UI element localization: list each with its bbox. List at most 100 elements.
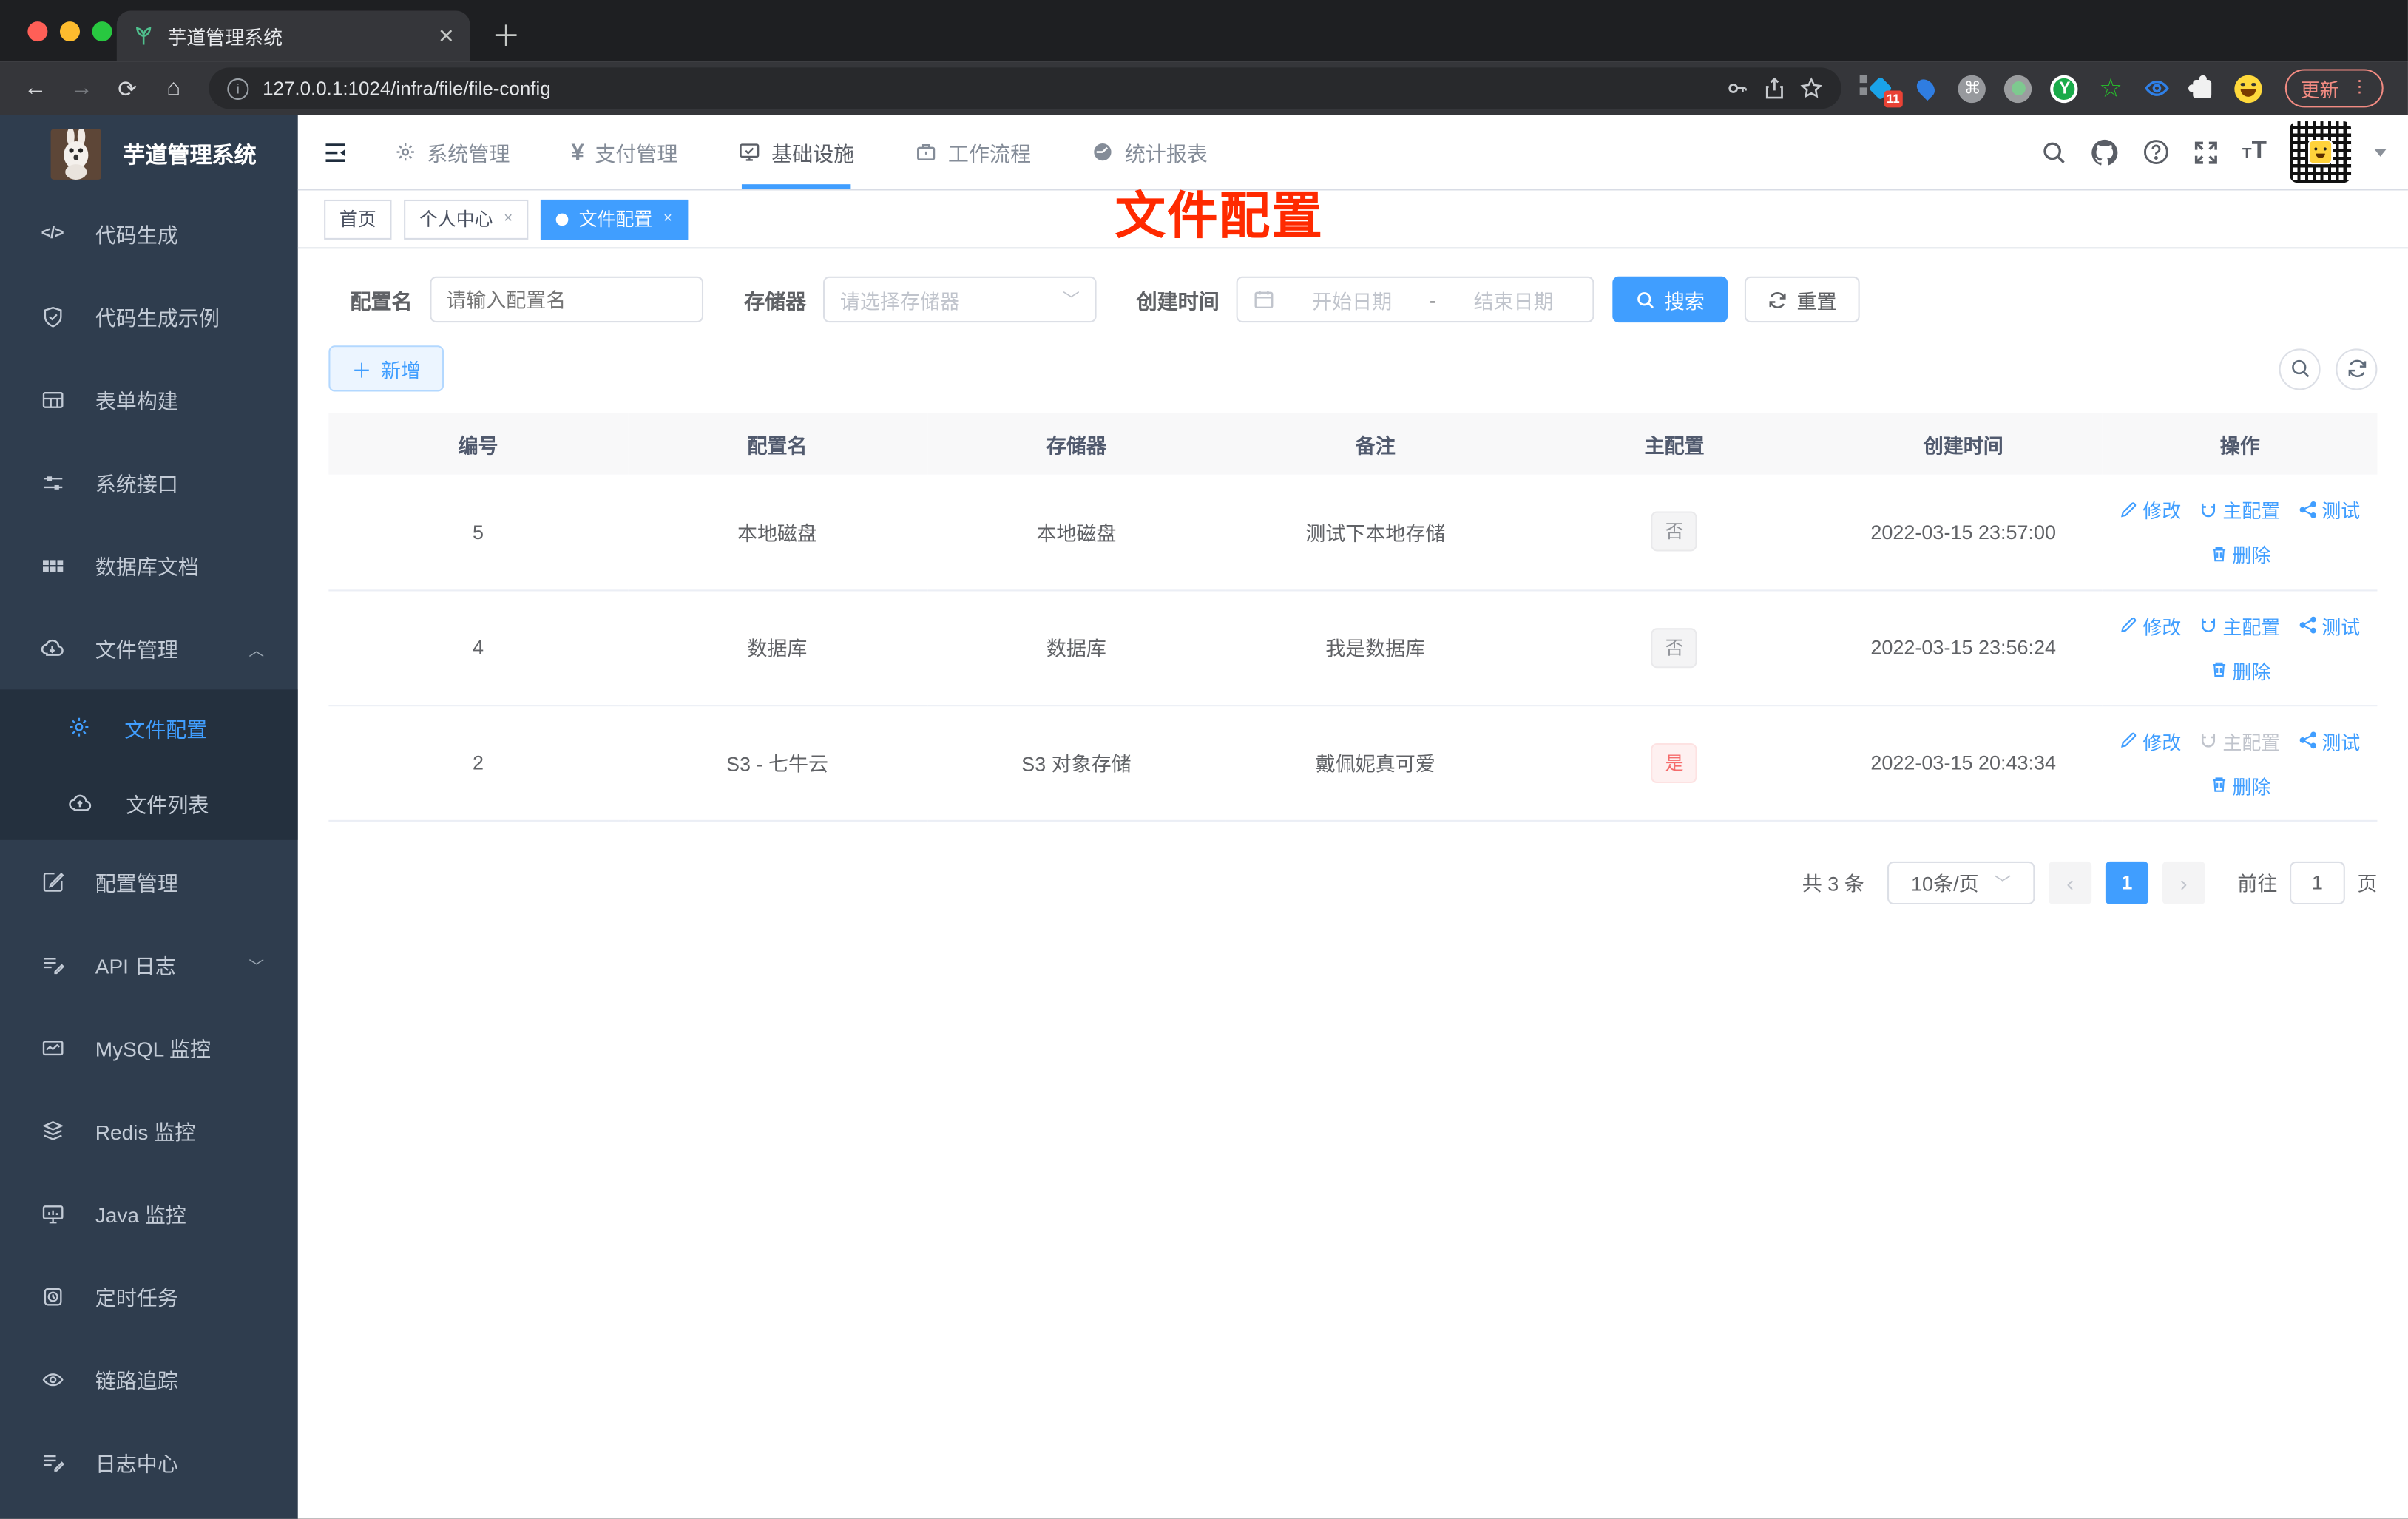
sidebar-item-label: 文件配置 <box>124 717 208 741</box>
sidebar-item-log-center[interactable]: 日志中心 <box>0 1421 298 1503</box>
extension-tampermonkey-icon[interactable]: 11 <box>1859 74 1903 108</box>
reset-button[interactable]: 重置 <box>1744 276 1860 323</box>
tab-close-icon[interactable]: × <box>663 210 672 227</box>
prev-page-button[interactable]: ‹ <box>2048 860 2092 904</box>
window-minimize-button[interactable] <box>59 21 80 42</box>
address-bar[interactable]: i 127.0.0.1:1024/infra/file/file-config <box>209 67 1841 109</box>
sidebar-item-label: MySQL 监控 <box>95 1038 212 1061</box>
sidebar-item-code-gen[interactable]: </> 代码生成 <box>0 192 298 275</box>
sidebar-item-db-doc[interactable]: 数据库文档 <box>0 524 298 606</box>
screen: 芋道管理系统 ✕ ＋ ← → ⟳ ⌂ i 127.0.0.1:1024/infr… <box>0 0 2408 1519</box>
test-link[interactable]: 测试 <box>2299 610 2360 639</box>
back-button[interactable]: ← <box>16 75 55 101</box>
sidebar-item-mysql-monitor[interactable]: MySQL 监控 <box>0 1006 298 1089</box>
font-size-icon[interactable]: TT <box>2242 138 2267 166</box>
filter-bar: 配置名 存储器 请选择存储器 ﹀ 创建时间 开始日期 - 结束日期 <box>350 276 2377 323</box>
page-tab-profile[interactable]: 个人中心 × <box>404 198 529 239</box>
config-name-field[interactable] <box>429 276 703 323</box>
share-test-icon <box>2299 731 2316 749</box>
goto-page-input[interactable] <box>2290 860 2345 904</box>
sidebar-item-api-log[interactable]: API 日志 ﹀ <box>0 923 298 1006</box>
window-close-button[interactable] <box>27 21 48 42</box>
user-menu-caret-icon[interactable] <box>2374 148 2387 156</box>
nav-item-label: 工作流程 <box>947 143 1032 166</box>
master-link[interactable]: 主配置 <box>2199 495 2280 524</box>
date-range-picker[interactable]: 开始日期 - 结束日期 <box>1236 276 1594 323</box>
browser-menu-icon[interactable]: ⋮ <box>2351 79 2368 95</box>
page-tab-home[interactable]: 首页 <box>324 198 392 239</box>
extension-star-icon[interactable]: ☆ <box>2096 74 2125 103</box>
nav-item-workflow[interactable]: 工作流程 <box>885 115 1062 189</box>
magnet-icon <box>2202 734 2216 748</box>
help-icon[interactable] <box>2142 138 2170 166</box>
sidebar-item-form-builder[interactable]: 表单构建 <box>0 358 298 441</box>
extension-recorder-icon[interactable] <box>2004 74 2033 103</box>
sidebar-item-code-gen-example[interactable]: 代码生成示例 <box>0 275 298 358</box>
app-logo[interactable]: 芋道管理系统 <box>0 115 298 192</box>
reload-button[interactable]: ⟳ <box>107 75 147 102</box>
search-button[interactable]: 搜索 <box>1612 276 1728 323</box>
form-icon <box>40 388 64 410</box>
sidebar-item-file-list[interactable]: 文件列表 <box>0 765 298 840</box>
extension-pin-icon[interactable] <box>1912 74 1941 103</box>
extension-emoji-icon[interactable] <box>2234 74 2263 103</box>
sidebar-item-file-management[interactable]: 文件管理 ︿ <box>0 606 298 689</box>
share-icon[interactable] <box>1763 77 1786 100</box>
password-key-icon[interactable] <box>1726 77 1749 100</box>
chrome-update-button[interactable]: 更新 ⋮ <box>2284 69 2384 108</box>
test-link[interactable]: 测试 <box>2299 495 2360 524</box>
refresh-icon <box>1769 291 1786 308</box>
page-tab-file-config[interactable]: 文件配置 × <box>540 198 688 239</box>
nav-item-infrastructure[interactable]: 基础设施 <box>708 115 885 189</box>
test-link[interactable]: 测试 <box>2299 725 2360 754</box>
extensions-puzzle-icon[interactable] <box>2188 74 2217 103</box>
storage-select[interactable]: 请选择存储器 ﹀ <box>823 276 1097 323</box>
nav-item-payment[interactable]: ¥ 支付管理 <box>541 115 708 189</box>
tab-close-icon[interactable]: ✕ <box>438 24 455 48</box>
sidebar-item-label: 日志中心 <box>95 1452 178 1476</box>
fullscreen-icon[interactable] <box>2193 139 2219 165</box>
date-end-placeholder[interactable]: 结束日期 <box>1450 285 1577 314</box>
forward-button[interactable]: → <box>61 75 101 101</box>
sidebar-item-redis-monitor[interactable]: Redis 监控 <box>0 1089 298 1171</box>
edit-link[interactable]: 修改 <box>2120 610 2181 639</box>
nav-item-system[interactable]: 系统管理 <box>364 115 541 189</box>
show-search-button[interactable] <box>2279 348 2321 390</box>
refresh-table-button[interactable] <box>2336 348 2378 390</box>
delete-link[interactable]: 删除 <box>2209 539 2270 568</box>
sidebar-item-java-monitor[interactable]: Java 监控 <box>0 1171 298 1254</box>
delete-link[interactable]: 删除 <box>2209 655 2270 684</box>
search-icon[interactable] <box>2041 139 2067 165</box>
sidebar-item-system-api[interactable]: 系统接口 <box>0 441 298 524</box>
extension-y-icon[interactable]: Y <box>2050 74 2079 103</box>
github-icon[interactable] <box>2090 138 2119 166</box>
goto-label: 前往 <box>2237 872 2278 896</box>
extension-command-icon[interactable]: ⌘ <box>1958 74 1987 103</box>
sidebar: 芋道管理系统 </> 代码生成 代码生成示例 表单构建 系统接口 数据库文档 文… <box>0 115 298 1519</box>
home-button[interactable]: ⌂ <box>154 75 194 101</box>
page-number-current[interactable]: 1 <box>2105 860 2148 904</box>
bookmark-star-icon[interactable] <box>1800 77 1823 100</box>
date-start-placeholder[interactable]: 开始日期 <box>1288 285 1416 314</box>
browser-tab[interactable]: 芋道管理系统 ✕ <box>116 10 470 62</box>
new-tab-button[interactable]: ＋ <box>491 23 520 52</box>
delete-link[interactable]: 删除 <box>2209 770 2270 799</box>
edit-link[interactable]: 修改 <box>2120 495 2181 524</box>
config-name-input[interactable] <box>446 288 677 311</box>
sidebar-item-scheduled-tasks[interactable]: 定时任务 <box>0 1255 298 1338</box>
edit-link[interactable]: 修改 <box>2120 725 2181 754</box>
extension-eye-icon[interactable] <box>2142 74 2171 103</box>
site-info-icon[interactable]: i <box>227 77 249 99</box>
url-text[interactable]: 127.0.0.1:1024/infra/file/file-config <box>263 78 1712 99</box>
next-page-button[interactable]: › <box>2162 860 2205 904</box>
sidebar-item-file-config[interactable]: 文件配置 <box>0 689 298 765</box>
master-link[interactable]: 主配置 <box>2199 610 2280 639</box>
sidebar-item-config-management[interactable]: 配置管理 <box>0 840 298 923</box>
tab-close-icon[interactable]: × <box>504 210 513 227</box>
page-size-select[interactable]: 10条/页 ﹀ <box>1887 860 2035 904</box>
user-avatar[interactable] <box>2290 121 2352 183</box>
sidebar-item-trace[interactable]: 链路追踪 <box>0 1338 298 1421</box>
window-zoom-button[interactable] <box>92 21 112 42</box>
add-button[interactable]: ＋ 新增 <box>328 345 444 392</box>
sidebar-collapse-icon[interactable] <box>322 139 348 165</box>
